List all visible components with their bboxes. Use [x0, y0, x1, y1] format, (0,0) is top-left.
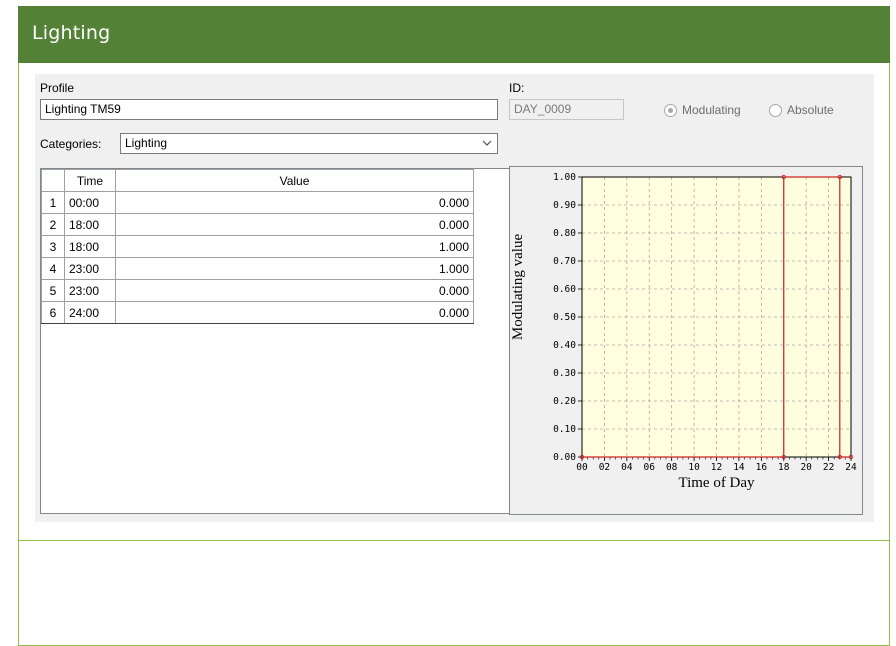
x-tick-label: 12	[711, 462, 722, 473]
row-number[interactable]: 5	[41, 279, 65, 302]
values-table: Time Value 1 00:00 0.000 2 18:00 0.000 3 18:00 1…	[41, 169, 474, 324]
x-tick-label: 02	[599, 462, 610, 473]
row-number[interactable]: 1	[41, 191, 65, 214]
row-number[interactable]: 4	[41, 257, 65, 280]
categories-label: Categories:	[40, 137, 102, 151]
y-tick-label: 0.80	[553, 228, 576, 239]
table-row[interactable]: 1 00:00 0.000	[41, 191, 474, 214]
x-tick-label: 00	[576, 462, 588, 473]
time-cell[interactable]: 24:00	[64, 301, 116, 324]
id-input: DAY_0009	[509, 99, 624, 120]
x-tick-label: 04	[621, 462, 633, 473]
table-row[interactable]: 3 18:00 1.000	[41, 235, 474, 258]
x-tick-label: 20	[800, 462, 812, 473]
id-label: ID:	[509, 81, 525, 95]
x-tick-label: 14	[733, 462, 745, 473]
x-axis-label: Time of Day	[678, 475, 755, 491]
y-tick-label: 0.30	[553, 368, 576, 379]
radio-unselected-icon	[769, 103, 782, 117]
page-title: Lighting	[32, 22, 111, 44]
modulating-radio-label: Modulating	[682, 103, 741, 117]
absolute-radio-label: Absolute	[787, 103, 834, 117]
row-number[interactable]: 6	[41, 301, 65, 324]
y-tick-label: 0.20	[553, 396, 576, 407]
x-tick-label: 18	[778, 462, 790, 473]
y-axis-label: Modulating value	[510, 234, 526, 341]
x-tick-label: 16	[756, 462, 768, 473]
y-tick-label: 0.60	[553, 284, 576, 295]
x-tick-label: 24	[845, 462, 857, 473]
table-row[interactable]: 5 23:00 0.000	[41, 279, 474, 302]
profile-label: Profile	[40, 81, 75, 95]
x-tick-label: 08	[666, 462, 678, 473]
table-header-row: Time Value	[41, 169, 474, 192]
modulating-radio[interactable]: Modulating	[664, 103, 741, 117]
value-cell[interactable]: 0.000	[115, 279, 474, 302]
time-cell[interactable]: 23:00	[64, 257, 116, 280]
row-number[interactable]: 3	[41, 235, 65, 258]
column-header-value[interactable]: Value	[115, 169, 474, 192]
table-row[interactable]: 4 23:00 1.000	[41, 257, 474, 280]
y-tick-label: 1.00	[553, 172, 576, 183]
header-bar: Lighting	[18, 6, 890, 63]
y-tick-label: 0.70	[553, 256, 576, 267]
x-tick-label: 06	[644, 462, 656, 473]
table-row[interactable]: 6 24:00 0.000	[41, 301, 474, 324]
y-tick-label: 0.50	[553, 312, 576, 323]
chevron-down-icon	[482, 140, 492, 146]
chart-svg: 00 02 04 06 08 10 12 14 16 18 20 22 24 0.00 0.10 0.20 0.…	[510, 172, 857, 491]
row-number-header	[41, 169, 65, 192]
profile-name-input[interactable]: Lighting TM59	[40, 99, 498, 120]
y-tick-label: 0.40	[553, 340, 576, 351]
y-tick-label: 0.90	[553, 200, 576, 211]
y-tick-label: 0.10	[553, 424, 576, 435]
x-tick-label: 10	[688, 462, 700, 473]
time-cell[interactable]: 00:00	[64, 191, 116, 214]
absolute-radio[interactable]: Absolute	[769, 103, 834, 117]
categories-select[interactable]: Lighting	[120, 133, 498, 154]
value-cell[interactable]: 0.000	[115, 301, 474, 324]
profile-values-grid[interactable]: Time Value 1 00:00 0.000 2 18:00 0.000 3 18:00 1…	[40, 168, 510, 514]
x-tick-label: 22	[823, 462, 834, 473]
value-cell[interactable]: 0.000	[115, 191, 474, 214]
section-divider	[18, 540, 890, 541]
radio-selected-icon	[664, 103, 677, 117]
table-body: 1 00:00 0.000 2 18:00 0.000 3 18:00 1.000 4 23:00 1…	[41, 191, 474, 324]
time-cell[interactable]: 23:00	[64, 279, 116, 302]
table-row[interactable]: 2 18:00 0.000	[41, 213, 474, 236]
value-cell[interactable]: 0.000	[115, 213, 474, 236]
value-cell[interactable]: 1.000	[115, 257, 474, 280]
column-header-time[interactable]: Time	[64, 169, 116, 192]
value-cell[interactable]: 1.000	[115, 235, 474, 258]
time-cell[interactable]: 18:00	[64, 213, 116, 236]
row-number[interactable]: 2	[41, 213, 65, 236]
time-cell[interactable]: 18:00	[64, 235, 116, 258]
profile-chart: 00 02 04 06 08 10 12 14 16 18 20 22 24 0.00 0.10 0.20 0.…	[509, 166, 863, 515]
y-tick-label: 0.00	[553, 452, 576, 463]
categories-selected-value: Lighting	[125, 136, 168, 150]
